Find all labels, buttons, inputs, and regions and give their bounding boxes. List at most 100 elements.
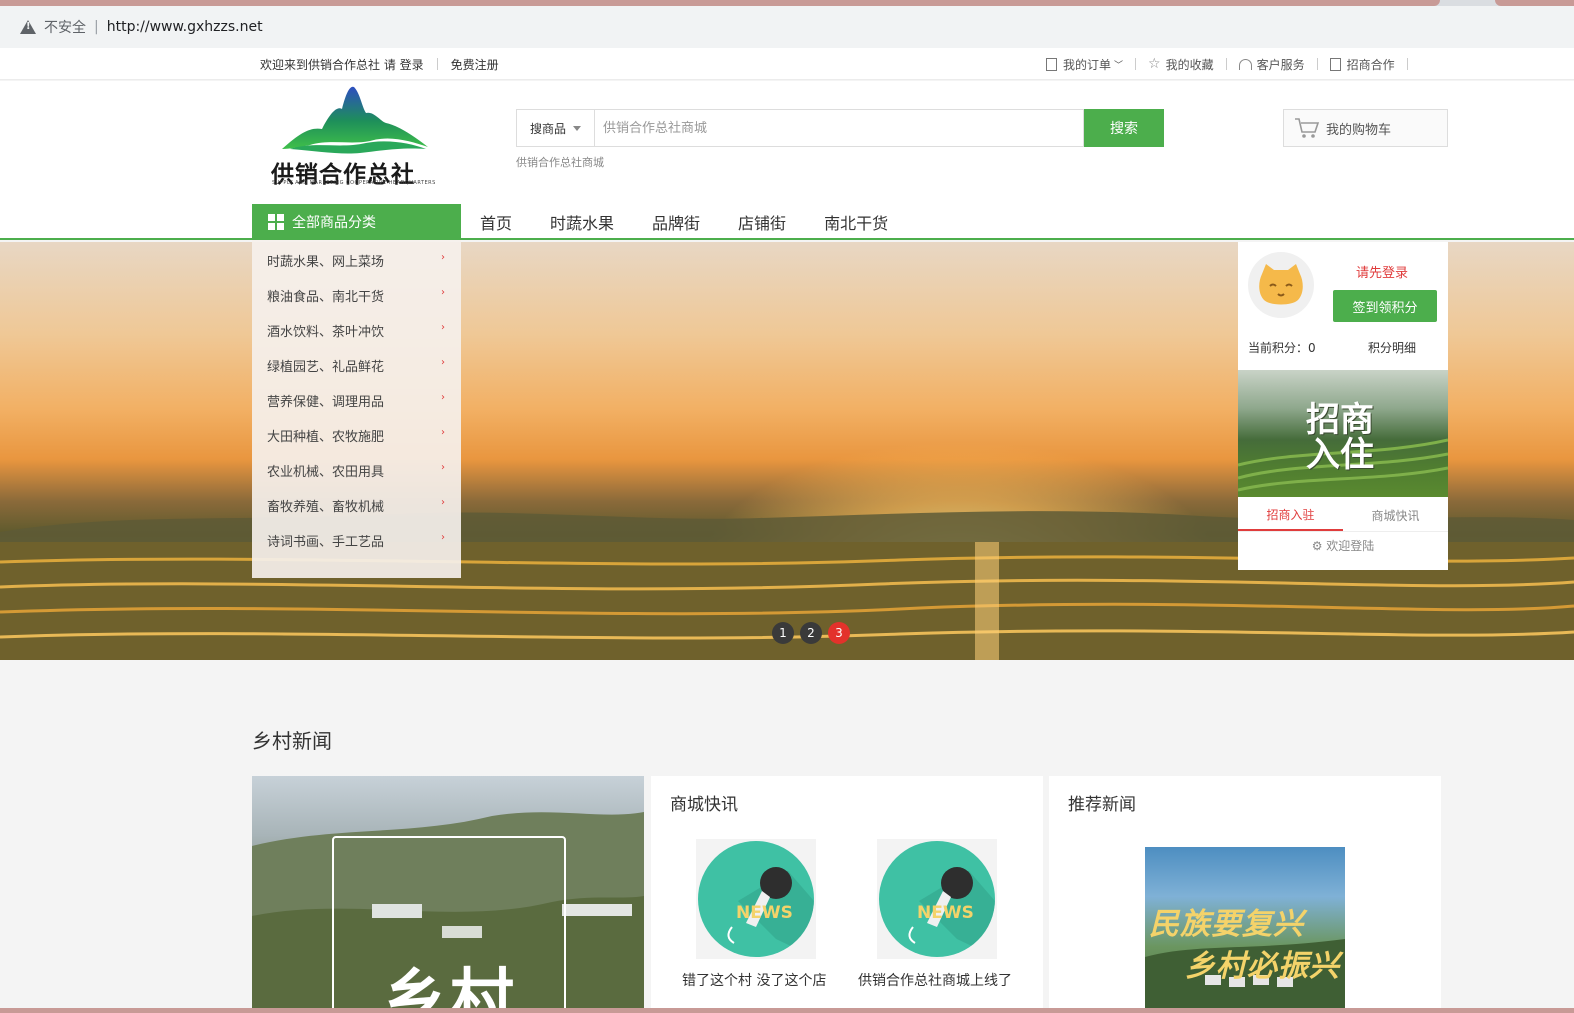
- divider: [1225, 58, 1227, 70]
- recommended-line1: 民族要复兴: [1149, 907, 1304, 942]
- gear-icon: ⚙: [1311, 539, 1323, 553]
- hot-keyword-link[interactable]: 供销合作总社商城: [516, 154, 604, 170]
- warning-icon[interactable]: [20, 19, 36, 35]
- login-prompt-link[interactable]: 请先登录: [1356, 262, 1408, 281]
- my-orders-link[interactable]: 我的订单 ﹀: [1046, 56, 1123, 73]
- cart-button[interactable]: 我的购物车: [1283, 109, 1448, 147]
- banner-page-dot-active[interactable]: 3: [828, 622, 850, 644]
- customer-service-label: 客户服务: [1256, 57, 1305, 72]
- logo-subtitle: SUPPLY AND MARKETING COOPERATIVE HEADQUA…: [272, 180, 436, 186]
- recommended-news-image[interactable]: 民族要复兴 乡村必振兴: [1145, 847, 1345, 1013]
- news-caption-link[interactable]: 供销合作总社商城上线了: [858, 970, 1012, 990]
- search-category-select[interactable]: 搜商品: [516, 109, 594, 147]
- feature-news-image[interactable]: 乡村: [252, 776, 644, 1013]
- category-item[interactable]: 诗词书画、手工艺品 ›: [252, 523, 461, 558]
- category-item[interactable]: 粮油食品、南北干货 ›: [252, 278, 461, 313]
- category-item[interactable]: 绿植园艺、礼品鲜花 ›: [252, 348, 461, 383]
- news-thumb-label: NEWS: [917, 903, 974, 923]
- cart-icon: [1295, 118, 1320, 138]
- chevron-right-icon: ›: [441, 287, 445, 298]
- microphone-icon: [727, 867, 814, 957]
- divider: [1316, 58, 1318, 70]
- news-thumbnail[interactable]: NEWS: [696, 839, 816, 959]
- category-label: 营养保健、调理用品: [267, 395, 385, 410]
- nav-link-brands[interactable]: 品牌街: [633, 210, 719, 234]
- address-field[interactable]: 不安全 | http://www.gxhzzs.net: [8, 10, 1574, 44]
- document-icon: [1046, 57, 1057, 71]
- category-item[interactable]: 农业机械、农田用具 ›: [252, 453, 461, 488]
- star-icon: ☆: [1148, 56, 1161, 72]
- category-label: 畜牧养殖、畜牧机械: [267, 500, 385, 515]
- points-detail-link[interactable]: 积分明细: [1368, 339, 1416, 356]
- nav-link-dry-goods[interactable]: 南北干货: [805, 210, 907, 234]
- recommended-news-card: 推荐新闻 民族要复兴 乡村必振兴: [1049, 776, 1441, 1013]
- tab-merchant-join[interactable]: 招商入驻: [1238, 500, 1343, 531]
- banner-page-dot[interactable]: 1: [772, 622, 794, 644]
- nav-link-fruit-veg[interactable]: 时蔬水果: [531, 210, 633, 234]
- feature-title: 乡村: [382, 963, 518, 1013]
- chevron-right-icon: ›: [441, 392, 445, 403]
- cart-label: 我的购物车: [1326, 122, 1392, 138]
- document-icon: [1329, 57, 1341, 71]
- panel-tabs: 招商入驻 商城快讯: [1238, 500, 1448, 532]
- customer-service-link[interactable]: 客户服务: [1238, 56, 1305, 73]
- mall-news-title: 商城快讯: [670, 795, 738, 815]
- chevron-right-icon: ›: [441, 462, 445, 473]
- merchant-label: 招商合作: [1346, 57, 1395, 72]
- cat-face-icon: [1259, 264, 1303, 305]
- all-categories-label: 全部商品分类: [292, 215, 376, 231]
- merchant-promo-banner[interactable]: 招商 入住: [1238, 370, 1448, 497]
- welcome-login-link[interactable]: 欢迎来到供销合作总社 请 登录: [260, 56, 424, 73]
- divider: [1406, 58, 1408, 70]
- caret-down-icon: [573, 125, 581, 131]
- register-link[interactable]: 免费注册: [451, 56, 499, 73]
- address-separator: |: [94, 19, 99, 35]
- category-label: 时蔬水果、网上菜场: [267, 255, 385, 270]
- welcome-login-text[interactable]: ⚙ 欢迎登陆: [1238, 537, 1448, 554]
- grid-icon: [268, 214, 284, 230]
- security-label[interactable]: 不安全: [44, 17, 86, 37]
- recommended-line2: 乡村必振兴: [1185, 949, 1340, 984]
- search-category-label: 搜商品: [529, 121, 566, 136]
- category-item[interactable]: 营养保健、调理用品 ›: [252, 383, 461, 418]
- top-bar: 欢迎来到供销合作总社 请 登录 免费注册 我的订单 ﹀ ☆ 我的收藏 客户服务 …: [0, 48, 1574, 80]
- category-item[interactable]: 酒水饮料、茶叶冲饮 ›: [252, 313, 461, 348]
- category-item[interactable]: 大田种植、农牧施肥 ›: [252, 418, 461, 453]
- banner-page-dot[interactable]: 2: [800, 622, 822, 644]
- welcome-label: 欢迎登陆: [1326, 539, 1375, 553]
- chevron-right-icon: ›: [441, 497, 445, 508]
- chevron-right-icon: ›: [441, 357, 445, 368]
- sign-in-points-button[interactable]: 签到领积分: [1333, 290, 1437, 322]
- nav-link-home[interactable]: 首页: [461, 210, 531, 234]
- category-label: 大田种植、农牧施肥: [267, 430, 385, 445]
- nav-link-shops[interactable]: 店铺街: [719, 210, 805, 234]
- category-item[interactable]: 畜牧养殖、畜牧机械 ›: [252, 488, 461, 523]
- divider: [436, 58, 438, 70]
- address-bar: 不安全 | http://www.gxhzzs.net: [0, 6, 1574, 48]
- microphone-icon: [908, 867, 995, 957]
- category-label: 绿植园艺、礼品鲜花: [267, 360, 385, 375]
- bottom-edge: [0, 1008, 1574, 1013]
- tab-mall-news[interactable]: 商城快讯: [1343, 500, 1448, 531]
- news-caption-link[interactable]: 错了这个村 没了这个店: [682, 970, 826, 990]
- headset-icon: [1238, 58, 1252, 70]
- chevron-right-icon: ›: [441, 322, 445, 333]
- merchant-link[interactable]: 招商合作: [1329, 56, 1395, 73]
- current-points: 当前积分：0: [1248, 341, 1316, 355]
- url-text[interactable]: http://www.gxhzzs.net: [107, 19, 263, 35]
- news-thumb-label: NEWS: [736, 903, 793, 923]
- chevron-right-icon: ›: [441, 532, 445, 543]
- news-thumbnail[interactable]: NEWS: [877, 839, 997, 959]
- my-favorites-label: 我的收藏: [1165, 57, 1214, 72]
- chevron-right-icon: ›: [441, 427, 445, 438]
- search-button[interactable]: 搜索: [1084, 109, 1164, 147]
- category-label: 酒水饮料、茶叶冲饮: [267, 325, 385, 340]
- all-categories-button[interactable]: 全部商品分类: [252, 204, 461, 240]
- search-input[interactable]: [594, 109, 1084, 147]
- banner-pagination: 1 2 3: [772, 622, 850, 644]
- category-item[interactable]: 时蔬水果、网上菜场 ›: [252, 243, 461, 278]
- my-orders-label: 我的订单: [1063, 57, 1112, 72]
- chevron-right-icon: ›: [441, 252, 445, 263]
- my-favorites-link[interactable]: ☆ 我的收藏: [1148, 56, 1214, 73]
- avatar[interactable]: [1248, 252, 1314, 318]
